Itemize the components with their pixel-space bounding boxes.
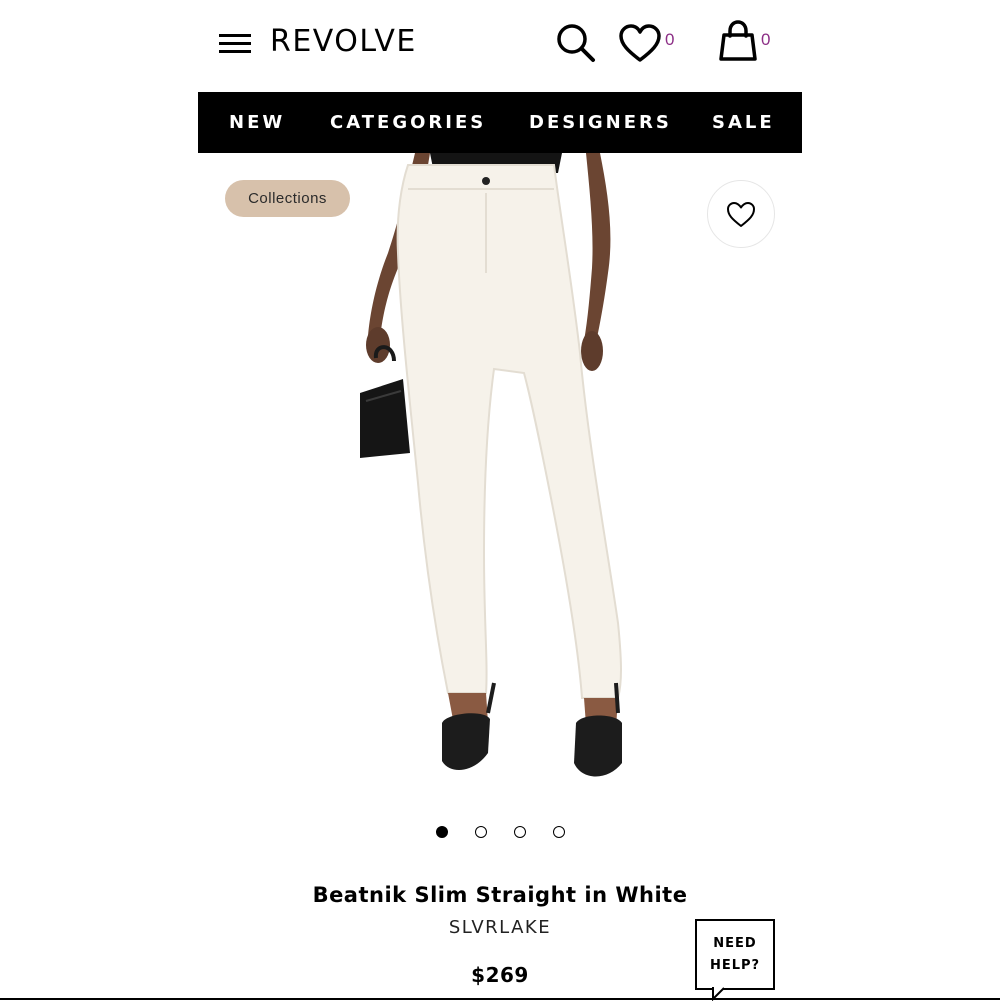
nav-item-categories[interactable]: CATEGORIES (330, 92, 486, 153)
image-carousel-dots (436, 826, 566, 840)
hamburger-menu-icon[interactable] (219, 34, 251, 54)
collections-badge[interactable]: Collections (225, 180, 350, 217)
main-nav: NEW CATEGORIES DESIGNERS SALE (198, 92, 802, 153)
carousel-dot-3[interactable] (514, 826, 526, 838)
nav-item-new[interactable]: NEW (229, 92, 285, 153)
search-icon[interactable] (555, 22, 597, 64)
heart-outline-icon (727, 202, 755, 227)
shopping-bag-icon[interactable] (718, 20, 758, 62)
nav-item-designers[interactable]: DESIGNERS (529, 92, 672, 153)
need-help-line1: NEED (713, 936, 757, 951)
revolve-logo[interactable]: REVOLVE (270, 22, 417, 62)
need-help-line2: HELP? (709, 958, 761, 973)
carousel-dot-1[interactable] (436, 826, 448, 838)
carousel-dot-2[interactable] (475, 826, 487, 838)
need-help-button[interactable]: NEED HELP? (695, 919, 775, 990)
favorite-button[interactable] (707, 180, 775, 248)
nav-item-sale[interactable]: SALE (712, 92, 775, 153)
wishlist-count: 0 (665, 30, 675, 49)
product-photo-illustration (360, 153, 622, 777)
heart-icon[interactable] (618, 24, 662, 64)
carousel-dot-4[interactable] (553, 826, 565, 838)
product-price: $269 (471, 963, 529, 987)
bag-count: 0 (761, 30, 771, 49)
product-brand[interactable]: SLVRLAKE (0, 917, 1000, 938)
product-title: Beatnik Slim Straight in White (312, 883, 688, 907)
product-image[interactable] (198, 153, 802, 798)
site-header: REVOLVE 0 0 (198, 0, 802, 92)
